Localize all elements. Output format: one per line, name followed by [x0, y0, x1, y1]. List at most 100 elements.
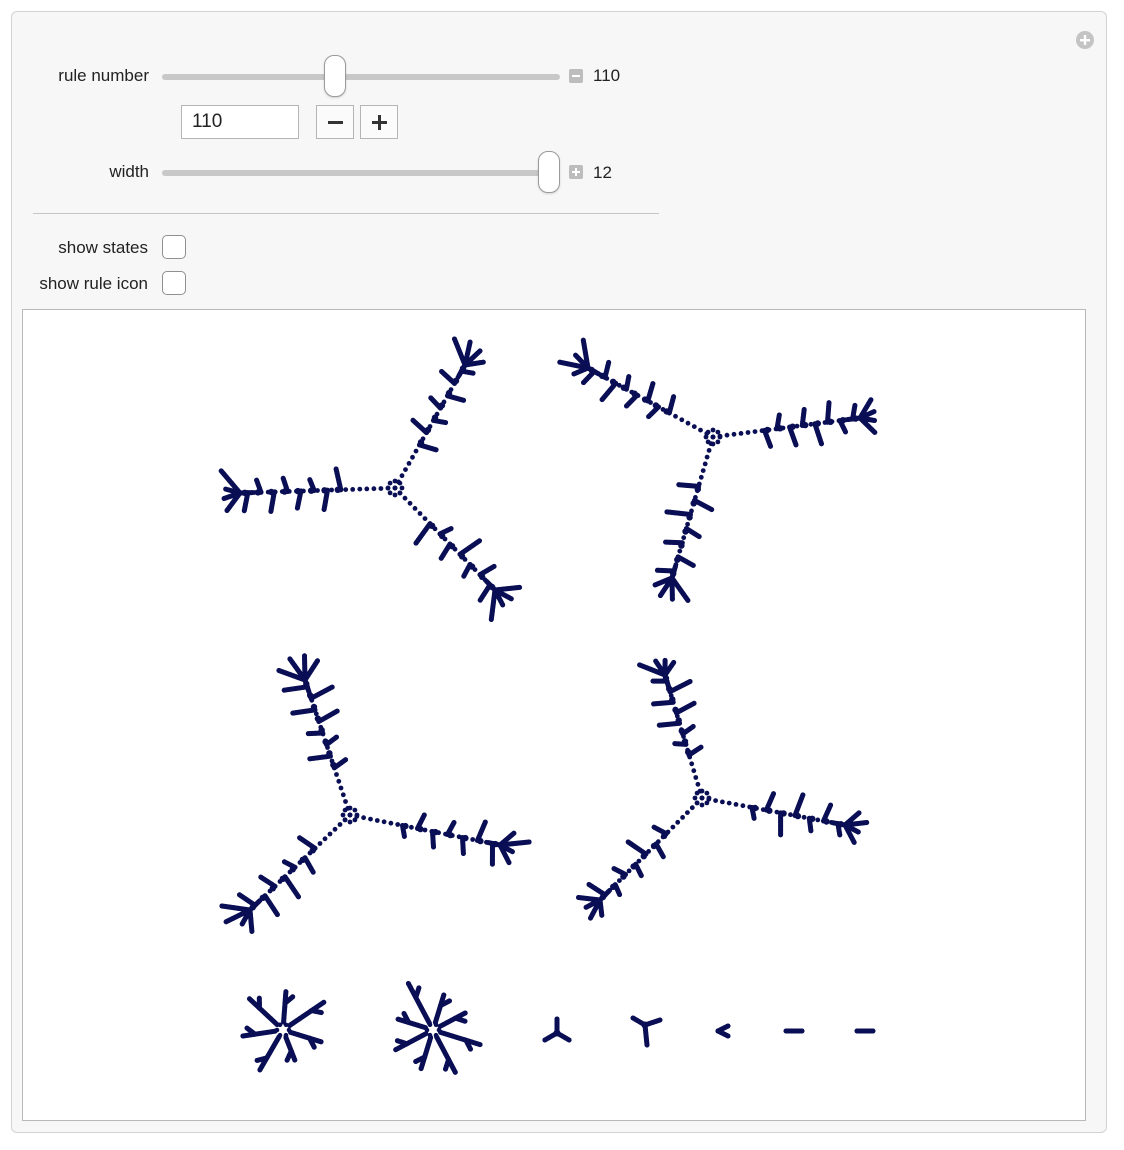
graph-node: [282, 480, 288, 486]
graph-node: [470, 837, 476, 842]
graph-node: [794, 812, 802, 820]
graph-node: [321, 507, 327, 512]
decrement-button[interactable]: [316, 105, 354, 139]
graph-node: [871, 409, 877, 414]
graph-node: [413, 448, 419, 454]
minus-box-icon[interactable]: [569, 69, 583, 83]
graph-node: [244, 1033, 250, 1038]
width-slider-track[interactable]: [162, 170, 560, 176]
graph-node: [461, 851, 466, 856]
graph-node: [431, 414, 439, 421]
graph-node: [442, 1000, 448, 1006]
graph-node: [374, 818, 380, 823]
graph-node: [387, 480, 393, 486]
graph-node: [314, 715, 322, 722]
graph-node: [275, 912, 280, 917]
graph-node: [421, 812, 427, 818]
graph-node: [662, 672, 668, 678]
graph-node: [685, 420, 691, 426]
graph-node: [582, 345, 588, 351]
graph-node: [490, 849, 495, 855]
graph-node: [307, 477, 313, 483]
graph-node: [295, 505, 300, 511]
graph-node: [780, 810, 787, 817]
rule-number-slider-thumb[interactable]: [324, 55, 346, 97]
graph-node: [561, 360, 567, 366]
graph-node: [778, 832, 783, 838]
graph-node: [513, 585, 518, 591]
rule-number-slider-track[interactable]: [162, 74, 560, 80]
graph-node: [630, 1015, 636, 1021]
graph-node: [681, 738, 689, 745]
graph-node: [679, 417, 685, 423]
graph-node: [255, 481, 261, 487]
graph-node: [330, 761, 337, 769]
graph-node: [852, 403, 858, 408]
graph-node: [257, 1067, 263, 1073]
graph-node: [725, 1023, 731, 1029]
graph-node: [655, 827, 661, 832]
rule-number-input[interactable]: 110: [181, 105, 299, 139]
show-rule-icon-checkbox[interactable]: [162, 271, 186, 295]
graph-node: [597, 897, 603, 903]
graph-node: [413, 540, 419, 546]
graph-node: [700, 468, 706, 473]
graph-node: [808, 828, 814, 834]
graph-node: [768, 443, 773, 449]
graph-node: [710, 427, 716, 433]
graph-node: [294, 487, 302, 495]
graph-node: [461, 573, 467, 579]
graph-node: [670, 596, 675, 602]
graph-node: [432, 828, 439, 836]
graph-node: [834, 821, 840, 826]
graph-node: [357, 486, 363, 492]
graph-node: [669, 592, 675, 598]
graph-node: [448, 526, 454, 531]
graph-node: [826, 400, 832, 406]
graph-node: [433, 447, 439, 453]
graph-node: [249, 924, 254, 930]
graph-node: [660, 854, 666, 860]
graph-node: [361, 815, 366, 821]
graph-node: [314, 1009, 319, 1014]
graph-node: [311, 755, 317, 761]
graph-node: [283, 989, 289, 995]
graph-node: [457, 1017, 463, 1023]
graph-node: [704, 454, 710, 460]
graph-node: [223, 919, 229, 925]
graph-node: [443, 420, 448, 425]
graph-node: [309, 847, 316, 854]
graph-node: [815, 817, 821, 823]
graph-node: [378, 486, 384, 491]
graph-node: [651, 701, 656, 707]
graph-node: [311, 1044, 317, 1050]
graph-node: [467, 339, 473, 345]
graph-node: [656, 722, 662, 728]
graph-node: [354, 814, 360, 819]
graph-node: [347, 819, 353, 825]
graph-node: [318, 727, 325, 734]
graph-node: [801, 814, 807, 820]
graph-node: [620, 384, 627, 391]
graph-node: [428, 522, 436, 529]
graph-node: [290, 710, 296, 716]
graph-node: [669, 402, 674, 408]
plus-circle-icon[interactable]: [1075, 30, 1095, 50]
graph-node: [669, 588, 675, 594]
graph-node: [856, 810, 862, 816]
width-value: 12: [593, 163, 612, 182]
graph-node: [855, 821, 861, 826]
minus-icon: [328, 121, 343, 124]
plus-box-icon[interactable]: [569, 165, 583, 179]
graph-node: [448, 543, 456, 550]
graph-node: [276, 668, 282, 673]
increment-button[interactable]: [360, 105, 398, 139]
show-states-checkbox[interactable]: [162, 235, 186, 259]
graph-node: [315, 755, 321, 761]
width-slider-thumb[interactable]: [538, 151, 560, 193]
graph-node: [606, 360, 612, 365]
graph-node: [468, 563, 476, 570]
graph-node: [514, 840, 520, 846]
graph-node: [641, 1021, 649, 1029]
graph-node: [412, 506, 418, 511]
